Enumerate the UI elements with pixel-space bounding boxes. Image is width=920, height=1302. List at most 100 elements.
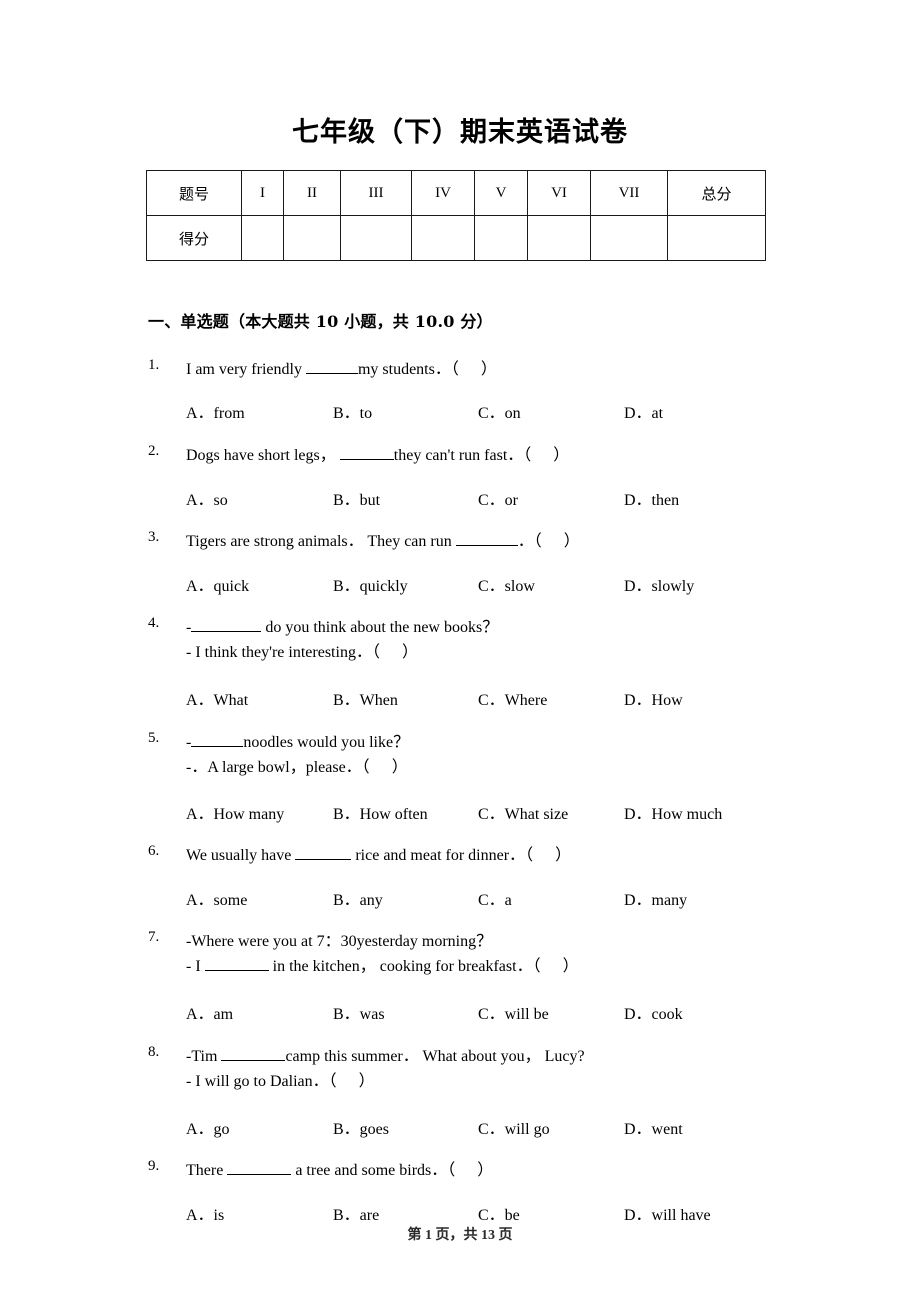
option-a[interactable]: A．from — [186, 399, 245, 423]
answer-blank[interactable] — [191, 732, 244, 747]
option-a[interactable]: A．is — [186, 1201, 224, 1225]
option-b[interactable]: B．are — [333, 1201, 379, 1225]
answer-blank[interactable] — [227, 1160, 292, 1175]
option-c[interactable]: C．Where — [478, 686, 547, 710]
score-cell-iii[interactable] — [340, 215, 412, 261]
question-stem-line2: - I in the kitchen， cooking for breakfas… — [186, 954, 888, 979]
option-b[interactable]: B．to — [333, 399, 372, 423]
question-number: 4. — [148, 615, 160, 631]
option-c[interactable]: C．will be — [478, 1000, 549, 1024]
section-heading-1: 一、单选题（本大题共 10 小题，共 10.0 分） — [148, 312, 493, 331]
answer-blank[interactable] — [305, 359, 358, 374]
option-d[interactable]: D．will have — [624, 1201, 711, 1225]
answer-blank[interactable] — [204, 956, 269, 971]
option-c[interactable]: C．What size — [478, 800, 568, 824]
question-number: 5. — [148, 730, 160, 746]
option-a[interactable]: A．How many — [186, 800, 284, 824]
question-6: 6. We usually have rice and meat for din… — [148, 843, 888, 868]
question-7: 7. -Where were you at 7：30yesterday morn… — [148, 929, 888, 979]
stem-post: noodles would you like？ — [243, 734, 410, 751]
question-stem: -Where were you at 7：30yesterday morning… — [186, 933, 493, 950]
option-a[interactable]: A．What — [186, 686, 248, 710]
col-header-vi: VI — [527, 170, 591, 216]
stem-line2: - I will go to Dalian． — [186, 1073, 329, 1090]
option-b[interactable]: B．any — [333, 886, 383, 910]
answer-paren[interactable]: （） — [372, 644, 418, 661]
option-b[interactable]: B．How often — [333, 800, 428, 824]
question-number: 9. — [148, 1158, 160, 1174]
option-d[interactable]: D．went — [624, 1115, 683, 1139]
option-d[interactable]: D．How much — [624, 800, 722, 824]
question-number: 2. — [148, 443, 160, 459]
question-number: 7. — [148, 929, 160, 945]
answer-blank[interactable] — [221, 1046, 286, 1061]
exam-page: 七年级（下）期末英语试卷 题号 I II III IV V VI VII 总分 … — [0, 0, 920, 1302]
option-a[interactable]: A．am — [186, 1000, 233, 1024]
stem-pre: -Tim — [186, 1048, 222, 1065]
page-footer: 第 1 页，共 13 页 — [407, 1228, 513, 1243]
score-cell-vi[interactable] — [527, 215, 591, 261]
row-label-score: 得分 — [146, 215, 242, 261]
option-a[interactable]: A．go — [186, 1115, 230, 1139]
col-header-ii: II — [283, 170, 341, 216]
option-c[interactable]: C．be — [478, 1201, 520, 1225]
col-header-iv: IV — [411, 170, 475, 216]
question-stem: - do you think about the new books？ — [186, 615, 888, 640]
question-8: 8. -Tim camp this summer． What about you… — [148, 1044, 888, 1094]
option-d[interactable]: D．slowly — [624, 572, 694, 596]
answer-paren[interactable]: （） — [329, 1073, 375, 1090]
option-a[interactable]: A．some — [186, 886, 247, 910]
stem-pre: - I — [186, 958, 205, 975]
score-cell-i[interactable] — [241, 215, 284, 261]
question-stem: Tigers are strong animals． They can run … — [186, 529, 888, 554]
question-5: 5. - noodles would you like？ -．A large bo… — [148, 730, 888, 780]
answer-paren[interactable]: （） — [533, 958, 579, 975]
option-c[interactable]: C．on — [478, 399, 521, 423]
answer-blank[interactable] — [295, 845, 352, 860]
stem-pre: Dogs have short legs， — [186, 447, 340, 464]
option-b[interactable]: B．goes — [333, 1115, 389, 1139]
option-d[interactable]: D．How — [624, 686, 683, 710]
question-stem-line2: - I think they're interesting．（） — [186, 640, 888, 665]
answer-paren[interactable]: （） — [451, 361, 497, 378]
answer-paren[interactable]: （） — [525, 847, 571, 864]
question-stem: We usually have rice and meat for dinner… — [186, 843, 888, 868]
score-cell-total[interactable] — [667, 215, 766, 261]
answer-paren[interactable]: （） — [523, 447, 569, 464]
option-b[interactable]: B．When — [333, 686, 398, 710]
score-cell-iv[interactable] — [411, 215, 475, 261]
answer-paren[interactable]: （） — [447, 1162, 493, 1179]
answer-blank[interactable] — [191, 617, 262, 632]
option-d[interactable]: D．many — [624, 886, 687, 910]
stem-pre: We usually have — [186, 847, 296, 864]
option-b[interactable]: B．but — [333, 486, 380, 510]
option-d[interactable]: D．at — [624, 399, 663, 423]
score-cell-ii[interactable] — [283, 215, 341, 261]
question-stem: There a tree and some birds．（） — [186, 1158, 888, 1183]
page-title: 七年级（下）期末英语试卷 — [292, 117, 628, 148]
question-1: 1. I am very friendly my students．（） — [148, 357, 888, 382]
option-c[interactable]: C．will go — [478, 1115, 550, 1139]
answer-paren[interactable]: （） — [362, 759, 408, 776]
option-a[interactable]: A．so — [186, 486, 228, 510]
answer-paren[interactable]: （） — [534, 533, 580, 550]
stem-pre: There — [186, 1162, 228, 1179]
option-d[interactable]: D．then — [624, 486, 679, 510]
option-d[interactable]: D．cook — [624, 1000, 683, 1024]
option-b[interactable]: B．was — [333, 1000, 385, 1024]
question-stem: Dogs have short legs， they can't run fas… — [186, 443, 888, 468]
answer-blank[interactable] — [455, 531, 518, 546]
col-header-total: 总分 — [667, 170, 766, 216]
option-c[interactable]: C．slow — [478, 572, 535, 596]
option-c[interactable]: C．or — [478, 486, 518, 510]
question-stem: - noodles would you like？ — [186, 730, 888, 755]
col-header-i: I — [241, 170, 284, 216]
option-b[interactable]: B．quickly — [333, 572, 408, 596]
stem-post: a tree and some birds． — [291, 1162, 448, 1179]
score-cell-vii[interactable] — [590, 215, 668, 261]
score-cell-v[interactable] — [474, 215, 528, 261]
answer-blank[interactable] — [339, 445, 394, 460]
stem-post: do you think about the new books？ — [261, 619, 499, 636]
option-c[interactable]: C．a — [478, 886, 512, 910]
option-a[interactable]: A．quick — [186, 572, 249, 596]
